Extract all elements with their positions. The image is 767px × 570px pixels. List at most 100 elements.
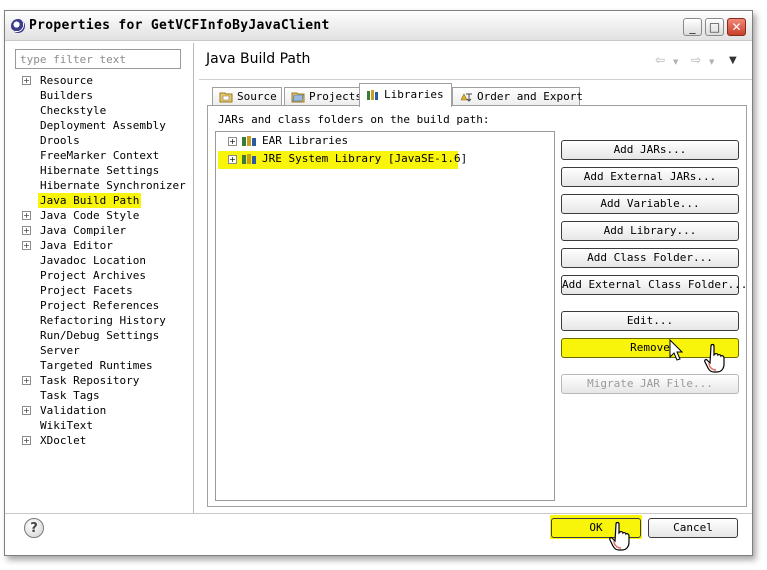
tab-projects-label: Projects bbox=[309, 90, 362, 103]
tree-item-label: Project Archives bbox=[40, 269, 146, 282]
cancel-button[interactable]: Cancel bbox=[648, 518, 738, 538]
expand-icon[interactable]: + bbox=[228, 155, 237, 164]
add-external-jars-button[interactable]: Add External JARs... bbox=[561, 167, 739, 187]
tree-item-label: FreeMarker Context bbox=[40, 149, 160, 162]
tree-item-xdoclet[interactable]: + XDoclet bbox=[5, 433, 191, 448]
tree-item-label: Refactoring History bbox=[40, 314, 166, 327]
tree-item-freemarker-context[interactable]: FreeMarker Context bbox=[5, 148, 191, 163]
expand-icon[interactable]: + bbox=[22, 226, 31, 235]
tree-item-deployment-assembly[interactable]: Deployment Assembly bbox=[5, 118, 191, 133]
property-tree: + Resource Builders Checkstyle Deployment… bbox=[5, 73, 191, 448]
tree-item-drools[interactable]: Drools bbox=[5, 133, 191, 148]
tree-item-label: Java Code Style bbox=[40, 209, 140, 222]
panel-label: JARs and class folders on the build path… bbox=[218, 113, 490, 126]
jar-label: JRE System Library [JavaSE-1.6] bbox=[262, 152, 468, 165]
filter-input[interactable]: type filter text bbox=[15, 49, 181, 69]
tree-item-refactoring-history[interactable]: Refactoring History bbox=[5, 313, 191, 328]
pane-splitter-highlight bbox=[194, 43, 195, 513]
tree-item-server[interactable]: Server bbox=[5, 343, 191, 358]
title-bar[interactable]: Properties for GetVCFInfoByJavaClient _ … bbox=[5, 11, 752, 41]
tree-item-wikitext[interactable]: WikiText bbox=[5, 418, 191, 433]
back-history-chevron-icon[interactable]: ▼ bbox=[673, 58, 678, 66]
expand-icon[interactable]: + bbox=[22, 436, 31, 445]
order-export-icon bbox=[460, 93, 472, 102]
tree-item-project-archives[interactable]: Project Archives bbox=[5, 268, 191, 283]
tree-item-label: Builders bbox=[40, 89, 93, 102]
tree-item-label: Checkstyle bbox=[40, 104, 107, 117]
tree-item-label: Project References bbox=[40, 299, 160, 312]
add-variable-button[interactable]: Add Variable... bbox=[561, 194, 739, 214]
libraries-panel: JARs and class folders on the build path… bbox=[207, 105, 747, 507]
tree-item-label: Hibernate Settings bbox=[40, 164, 160, 177]
tree-item-java-code-style[interactable]: + Java Code Style bbox=[5, 208, 191, 223]
tab-libraries[interactable]: Libraries bbox=[359, 83, 452, 107]
tree-item-label: Project Facets bbox=[40, 284, 133, 297]
jar-list[interactable]: + EAR Libraries + JRE System Library [Ja… bbox=[215, 131, 555, 501]
view-menu-icon[interactable]: ▼ bbox=[729, 55, 737, 66]
tab-order-and-export[interactable]: Order and Export bbox=[452, 87, 583, 106]
tree-item-project-references[interactable]: Project References bbox=[5, 298, 191, 313]
tree-item-run-debug-settings[interactable]: Run/Debug Settings bbox=[5, 328, 191, 343]
back-arrow-icon[interactable]: ⇦ bbox=[655, 53, 665, 67]
tree-item-hibernate-synchronizer[interactable]: Hibernate Synchronizer bbox=[5, 178, 191, 193]
tab-libraries-label: Libraries bbox=[384, 88, 444, 101]
migrate-jar-button[interactable]: Migrate JAR File... bbox=[561, 374, 739, 394]
edit-button[interactable]: Edit... bbox=[561, 311, 739, 331]
tree-item-task-repository[interactable]: + Task Repository bbox=[5, 373, 191, 388]
footer-divider bbox=[5, 513, 752, 514]
expand-icon[interactable]: + bbox=[22, 406, 31, 415]
tree-item-hibernate-settings[interactable]: Hibernate Settings bbox=[5, 163, 191, 178]
tree-item-label: Task Repository bbox=[40, 374, 140, 387]
library-books-icon bbox=[367, 90, 378, 100]
tree-item-java-compiler[interactable]: + Java Compiler bbox=[5, 223, 191, 238]
library-books-icon bbox=[242, 154, 256, 164]
maximize-button[interactable]: □ bbox=[705, 18, 724, 36]
tab-source[interactable]: Source bbox=[212, 87, 282, 106]
expand-icon[interactable]: + bbox=[22, 241, 31, 250]
jar-label: EAR Libraries bbox=[262, 134, 349, 147]
header-divider bbox=[199, 79, 752, 80]
tree-item-label: XDoclet bbox=[40, 434, 87, 447]
tree-item-java-build-path[interactable]: Java Build Path bbox=[5, 193, 191, 208]
add-library-button[interactable]: Add Library... bbox=[561, 221, 739, 241]
tree-item-label: Javadoc Location bbox=[40, 254, 146, 267]
tree-item-java-editor[interactable]: + Java Editor bbox=[5, 238, 191, 253]
forward-arrow-icon[interactable]: ⇨ bbox=[691, 53, 701, 67]
hand-cursor-icon bbox=[609, 521, 630, 551]
tree-item-task-tags[interactable]: Task Tags bbox=[5, 388, 191, 403]
expand-icon[interactable]: + bbox=[228, 137, 237, 146]
expand-icon[interactable]: + bbox=[22, 211, 31, 220]
tree-item-javadoc-location[interactable]: Javadoc Location bbox=[5, 253, 191, 268]
tree-item-label: Validation bbox=[40, 404, 107, 417]
hand-cursor-icon bbox=[704, 343, 725, 373]
add-class-folder-button[interactable]: Add Class Folder... bbox=[561, 248, 739, 268]
expand-icon[interactable]: + bbox=[22, 376, 31, 385]
tree-item-label: WikiText bbox=[40, 419, 93, 432]
help-icon[interactable]: ? bbox=[24, 518, 44, 538]
tree-item-label: Deployment Assembly bbox=[40, 119, 166, 132]
forward-history-chevron-icon[interactable]: ▼ bbox=[709, 58, 714, 66]
tree-item-checkstyle[interactable]: Checkstyle bbox=[5, 103, 191, 118]
tree-item-label: Server bbox=[40, 344, 80, 357]
tree-item-label: Run/Debug Settings bbox=[40, 329, 160, 342]
window-title: Properties for GetVCFInfoByJavaClient bbox=[29, 18, 330, 33]
tab-projects[interactable]: Projects bbox=[284, 87, 362, 106]
tree-item-label: Resource bbox=[40, 74, 93, 87]
expand-icon[interactable]: + bbox=[22, 76, 31, 85]
library-books-icon bbox=[242, 136, 256, 146]
tree-item-label: Java Compiler bbox=[40, 224, 127, 237]
tree-item-targeted-runtimes[interactable]: Targeted Runtimes bbox=[5, 358, 191, 373]
close-button[interactable]: ✕ bbox=[727, 18, 746, 36]
add-jars-button[interactable]: Add JARs... bbox=[561, 140, 739, 160]
eclipse-icon bbox=[11, 19, 25, 33]
properties-window: Properties for GetVCFInfoByJavaClient _ … bbox=[4, 10, 753, 556]
tree-item-label: Java Editor bbox=[40, 239, 113, 252]
tree-item-project-facets[interactable]: Project Facets bbox=[5, 283, 191, 298]
tree-item-validation[interactable]: + Validation bbox=[5, 403, 191, 418]
tree-item-builders[interactable]: Builders bbox=[5, 88, 191, 103]
minimize-button[interactable]: _ bbox=[683, 18, 702, 36]
tab-source-label: Source bbox=[237, 90, 277, 103]
add-external-class-folder-button[interactable]: Add External Class Folder... bbox=[561, 275, 747, 295]
tree-item-resource[interactable]: + Resource bbox=[5, 73, 191, 88]
source-folder-icon bbox=[219, 92, 233, 103]
